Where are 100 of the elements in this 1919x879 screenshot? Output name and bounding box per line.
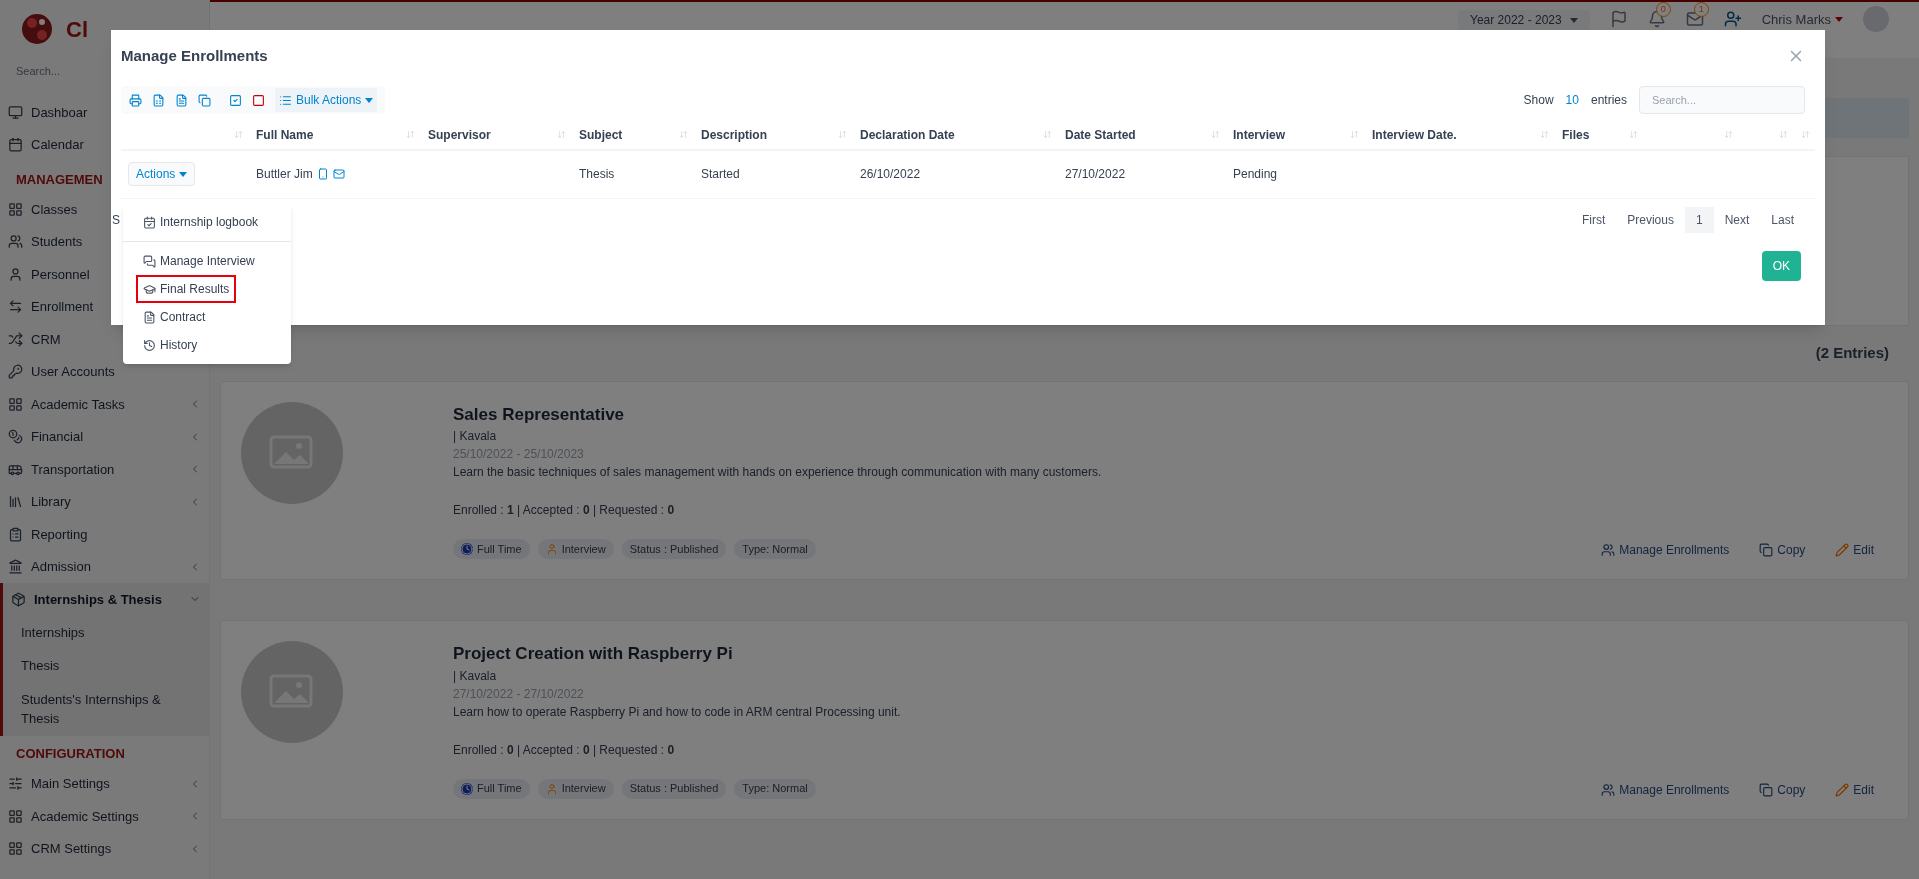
spreadsheet-button[interactable] bbox=[152, 93, 165, 107]
column-header[interactable]: Files bbox=[1557, 125, 1646, 144]
card-action-link[interactable]: Edit bbox=[1835, 780, 1874, 799]
logo-icon bbox=[20, 11, 54, 47]
phone-icon[interactable] bbox=[316, 168, 329, 181]
printer-button[interactable] bbox=[129, 93, 142, 107]
add-user-icon[interactable] bbox=[1723, 10, 1742, 28]
sort-icon bbox=[1801, 130, 1810, 139]
bulk-actions-button[interactable]: Bulk Actions bbox=[275, 88, 378, 112]
menu-item[interactable]: Internship logbook bbox=[136, 208, 266, 236]
column-header[interactable]: Interview Date. bbox=[1367, 125, 1557, 144]
copy-button[interactable] bbox=[198, 93, 211, 107]
sidebar-item[interactable]: Admission bbox=[0, 550, 209, 583]
grid-icon bbox=[8, 808, 23, 824]
sort-icon bbox=[1629, 130, 1638, 139]
pagination-button[interactable]: Next bbox=[1713, 206, 1761, 233]
tag: Type: Normal bbox=[734, 539, 816, 559]
card-title[interactable]: Project Creation with Raspberry Pi bbox=[453, 641, 1888, 667]
sort-icon bbox=[234, 130, 243, 139]
person-icon bbox=[545, 782, 558, 795]
pencil-icon bbox=[1835, 782, 1850, 797]
square-button[interactable] bbox=[252, 93, 265, 107]
card-action-link[interactable]: Copy bbox=[1759, 780, 1806, 799]
table-search-field[interactable]: Search... bbox=[1639, 86, 1805, 114]
column-header[interactable]: Date Started bbox=[1060, 125, 1228, 144]
clipboard-icon bbox=[8, 526, 23, 542]
sidebar-item[interactable]: CRM Settings bbox=[0, 832, 209, 865]
column-header[interactable]: Supervisor bbox=[423, 125, 574, 144]
sidebar-item[interactable]: Transportation bbox=[0, 453, 209, 486]
table-cell-text: Pending bbox=[1233, 166, 1278, 184]
calendar-check-icon bbox=[143, 215, 156, 229]
sort-icon bbox=[1211, 130, 1220, 139]
pagination-button[interactable]: Previous bbox=[1616, 206, 1685, 233]
card-action-link[interactable]: Edit bbox=[1835, 541, 1874, 559]
user-menu[interactable]: Chris Marks bbox=[1761, 10, 1843, 30]
column-header[interactable]: Declaration Date bbox=[855, 125, 1060, 144]
menu-item[interactable]: Contract bbox=[136, 303, 213, 331]
sidebar-item[interactable]: Financial bbox=[0, 420, 209, 453]
flag-icon[interactable] bbox=[1609, 10, 1628, 28]
sort-icon bbox=[406, 130, 415, 139]
submenu-item[interactable]: Thesis bbox=[3, 649, 209, 683]
year-selector[interactable]: Year 2022 - 2023 bbox=[1458, 10, 1590, 30]
column-header[interactable]: Interview bbox=[1228, 125, 1367, 144]
checked-box-button[interactable] bbox=[229, 93, 242, 107]
section-heading: MANAGEMEN bbox=[16, 170, 103, 189]
table-cell-text: Started bbox=[701, 166, 740, 184]
sidebar-item[interactable]: Reporting bbox=[0, 518, 209, 551]
table-cell-text: Buttler Jim bbox=[256, 166, 313, 184]
pagination-button[interactable]: First bbox=[1570, 206, 1617, 233]
sidebar-item[interactable]: Internships & Thesis bbox=[3, 583, 209, 616]
user-icon bbox=[8, 266, 23, 282]
sort-icon bbox=[1779, 130, 1788, 139]
column-header[interactable]: Subject bbox=[574, 125, 696, 144]
tag: Type: Normal bbox=[734, 778, 816, 799]
tag: Interview bbox=[537, 778, 614, 799]
sidebar-item[interactable]: Main Settings bbox=[0, 767, 209, 800]
sort-icon bbox=[1350, 130, 1359, 139]
sidebar-item[interactable]: Academic Settings bbox=[0, 800, 209, 833]
enrollment-stats: Enrolled : 0 | Accepted : 0 | Requested : 0 bbox=[453, 741, 676, 759]
key-icon bbox=[8, 364, 23, 380]
column-header[interactable]: Full Name bbox=[251, 125, 423, 144]
actions-button[interactable]: Actions bbox=[128, 162, 196, 187]
mail-icon[interactable] bbox=[1685, 10, 1704, 28]
section-heading: CONFIGURATION bbox=[16, 745, 125, 763]
monitor-icon bbox=[8, 104, 23, 120]
caret-icon bbox=[1835, 17, 1843, 23]
bank-icon bbox=[8, 559, 23, 575]
mail-icon[interactable] bbox=[332, 168, 345, 181]
sidebar-item[interactable]: Library bbox=[0, 485, 209, 518]
submenu-item[interactable]: Internships bbox=[3, 615, 209, 649]
users-icon bbox=[1601, 543, 1616, 557]
document-icon bbox=[143, 310, 156, 324]
bell-icon[interactable] bbox=[1647, 10, 1666, 28]
list-icon bbox=[279, 93, 292, 107]
card-action-link[interactable]: Copy bbox=[1759, 541, 1806, 559]
location: | Kavala bbox=[453, 428, 498, 445]
column-header[interactable]: Description bbox=[696, 125, 855, 144]
caret-icon bbox=[179, 171, 188, 177]
menu-item[interactable]: Manage Interview bbox=[136, 247, 262, 275]
pagination-button[interactable]: 1 bbox=[1684, 206, 1714, 233]
sidebar-item[interactable]: Calendar bbox=[0, 128, 209, 161]
sidebar-item[interactable]: Dashboar bbox=[0, 96, 209, 129]
sidebar-item[interactable]: Academic Tasks bbox=[0, 388, 209, 421]
sort-icon bbox=[557, 130, 566, 139]
page-size-select[interactable]: 10 bbox=[1561, 91, 1583, 109]
pencil-icon bbox=[1835, 543, 1850, 557]
document-button[interactable] bbox=[175, 93, 188, 107]
tag: Status : Published bbox=[621, 539, 727, 559]
ok-button[interactable]: OK bbox=[1761, 250, 1801, 281]
clock-icon bbox=[461, 543, 473, 555]
card-title[interactable]: Sales Representative bbox=[453, 401, 1888, 427]
users-icon bbox=[1601, 782, 1616, 797]
card-action-link[interactable]: Manage Enrollments bbox=[1601, 780, 1730, 799]
tag: Status : Published bbox=[621, 778, 727, 799]
pagination-button[interactable]: Last bbox=[1760, 206, 1805, 233]
menu-item[interactable]: Final Results bbox=[136, 275, 237, 303]
calendar-icon bbox=[8, 137, 23, 153]
card-action-link[interactable]: Manage Enrollments bbox=[1601, 541, 1730, 559]
submenu-item[interactable]: Students's Internships & Thesis bbox=[3, 682, 209, 736]
search-field[interactable]: Search... bbox=[16, 62, 96, 80]
